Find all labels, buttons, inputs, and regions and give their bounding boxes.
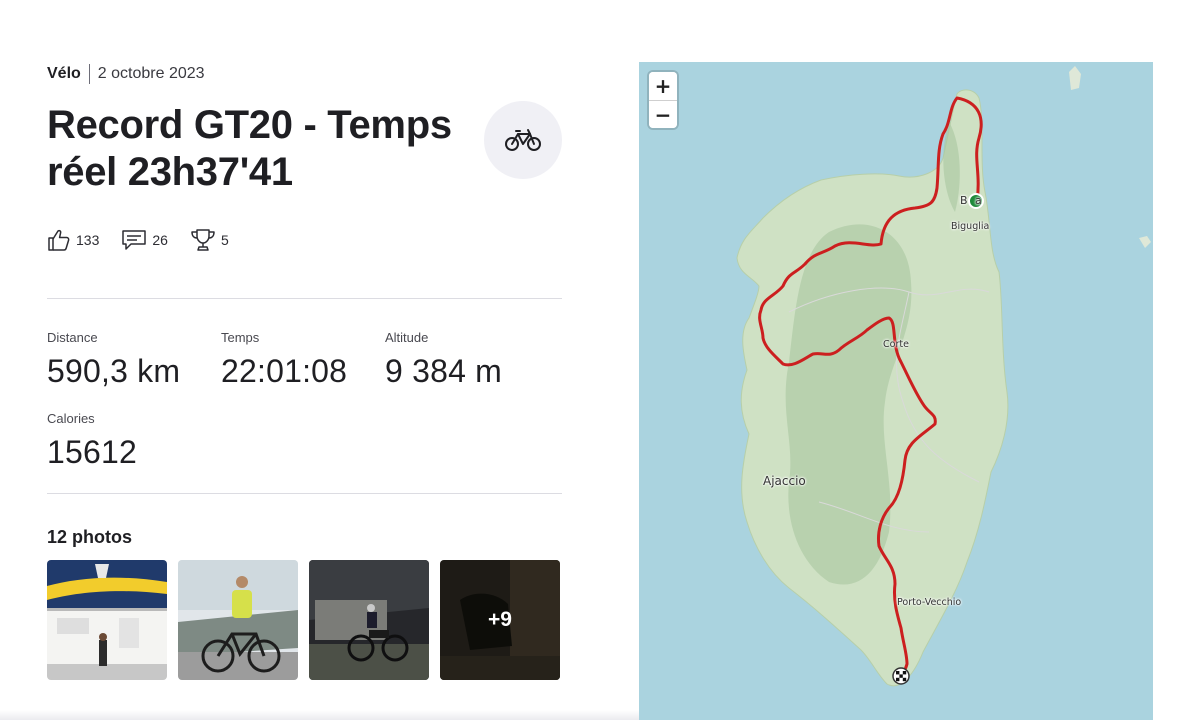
social-bar: 133 26 5: [47, 228, 251, 252]
route-map[interactable]: + − B a Biguglia Corte Ajaccio Porto-Vec…: [639, 62, 1153, 720]
stat-distance: Distance 590,3 km: [47, 330, 180, 390]
photos-heading: 12 photos: [47, 527, 133, 547]
more-photos-label: +9: [488, 608, 512, 631]
finish-flag-icon: [892, 667, 910, 685]
photo-thumbnail-more[interactable]: +9: [440, 560, 560, 680]
stat-label: Altitude: [385, 330, 429, 345]
stat-elevation: Altitude 9 384 m: [385, 330, 502, 390]
map-canvas: [639, 62, 1153, 720]
thumbs-up-icon: [48, 229, 70, 251]
panel-bottom-shadow: [0, 710, 639, 720]
comments-button[interactable]: 26: [121, 229, 168, 251]
activity-title: Record GT20 - Temps réel 23h37'41: [47, 103, 452, 194]
sport-badge: [484, 101, 562, 179]
map-label-corte: Corte: [883, 339, 909, 350]
comment-icon: [122, 230, 147, 250]
zoom-out-button[interactable]: −: [649, 100, 677, 128]
activity-meta: Vélo 2 octobre 2023: [47, 64, 205, 84]
stat-value: 15612: [47, 434, 137, 470]
divider: [47, 493, 562, 494]
photo-strip: +9: [47, 560, 571, 680]
photo-thumbnail[interactable]: [178, 560, 298, 680]
stat-calories: Calories 15612: [47, 411, 137, 471]
kudos-count: 133: [76, 232, 100, 248]
zoom-in-button[interactable]: +: [649, 72, 677, 100]
map-label-ajaccio: Ajaccio: [763, 474, 806, 488]
photo-night-bike: [309, 560, 429, 680]
comments-count: 26: [152, 232, 168, 248]
photo-thumbnail[interactable]: [309, 560, 429, 680]
achievements-count: 5: [220, 232, 229, 248]
map-label-bastia: B a: [960, 194, 984, 207]
photo-ferry: [47, 560, 167, 680]
photo-cyclist: [178, 560, 298, 680]
divider: [47, 298, 562, 299]
photo-thumbnail[interactable]: [47, 560, 167, 680]
activity-date: 2 octobre 2023: [97, 65, 205, 82]
sport-type: Vélo: [47, 65, 81, 82]
map-label-biguglia: Biguglia: [951, 221, 990, 232]
meta-separator: [88, 64, 90, 84]
kudos-button[interactable]: 133: [47, 228, 99, 252]
stat-value: 590,3 km: [47, 353, 181, 389]
map-label-porto-vecchio: Porto-Vecchio: [897, 597, 962, 608]
achievements-button[interactable]: 5: [190, 228, 229, 252]
stat-label: Distance: [47, 330, 98, 345]
bike-icon: [505, 129, 541, 151]
stat-label: Temps: [221, 330, 260, 345]
zoom-controls: + −: [649, 72, 677, 128]
stat-label: Calories: [47, 411, 95, 426]
trophy-icon: [191, 229, 215, 251]
stat-value: 22:01:08: [221, 353, 348, 389]
stat-time: Temps 22:01:08: [221, 330, 347, 390]
stat-value: 9 384 m: [385, 353, 503, 389]
